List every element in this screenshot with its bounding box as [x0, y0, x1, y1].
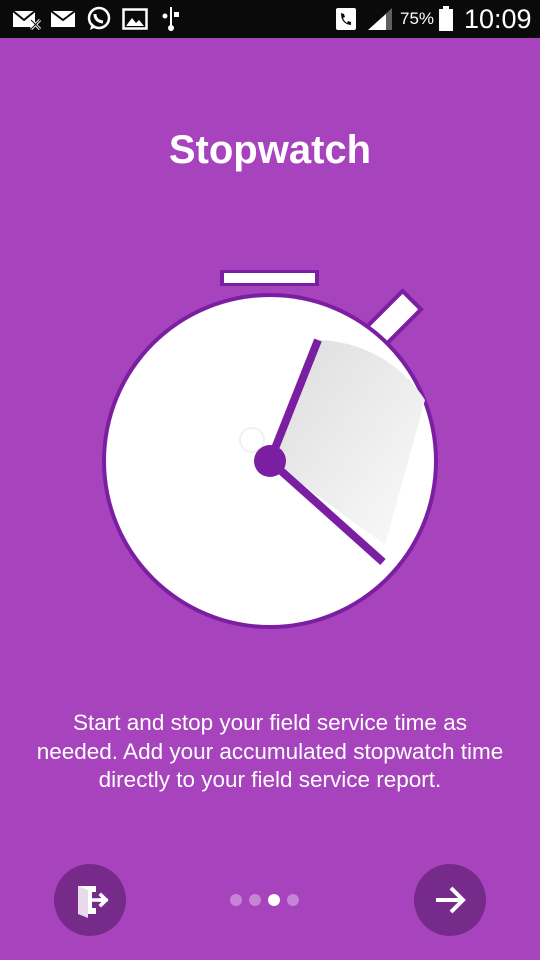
page-dot-2[interactable]	[249, 894, 261, 906]
page-dot-4[interactable]	[287, 894, 299, 906]
whatsapp-icon	[86, 6, 112, 31]
page-dot-1[interactable]	[230, 894, 242, 906]
onboarding-description: Start and stop your field service time a…	[36, 710, 504, 792]
clock-time: 10:09	[464, 4, 532, 34]
onboarding-title: Stopwatch	[168, 128, 372, 172]
mail-icon	[50, 7, 76, 31]
skip-button[interactable]	[54, 864, 126, 936]
page-dot-3-active[interactable]	[268, 894, 280, 906]
next-button[interactable]	[414, 864, 486, 936]
missed-call-icon	[12, 7, 42, 31]
battery-percent: 75%	[400, 9, 435, 28]
status-bar: 75% 10:09	[0, 0, 540, 38]
signal-icon	[366, 7, 394, 31]
stopwatch-illustration	[90, 262, 450, 642]
phone-call-icon	[334, 7, 358, 31]
arrow-right-icon	[430, 880, 470, 920]
battery-icon	[437, 6, 455, 31]
usb-icon	[160, 7, 182, 31]
gallery-icon	[122, 7, 148, 31]
exit-icon	[70, 880, 110, 920]
page-indicator	[230, 893, 310, 907]
